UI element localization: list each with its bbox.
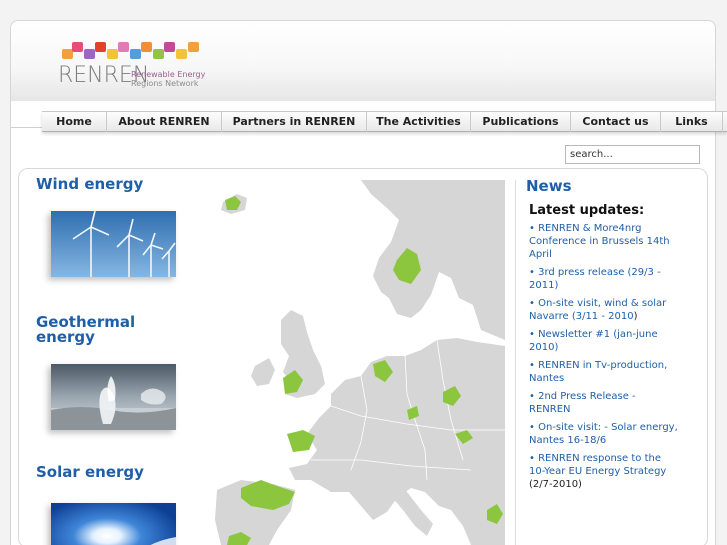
nav-links[interactable]: Links xyxy=(661,112,723,132)
nav-home[interactable]: Home xyxy=(42,112,107,132)
nav-activities[interactable]: The Activities xyxy=(367,112,471,132)
news-item[interactable]: • 3rd press release (29/3 - 2011) xyxy=(529,266,679,292)
logo-tile xyxy=(176,49,187,59)
logo-tiles xyxy=(60,40,210,62)
news-item-suffix: (2/7-2010) xyxy=(529,479,582,490)
news-item[interactable]: • On-site visit, wind & solar Navarre (3… xyxy=(529,297,679,323)
logo-tile xyxy=(188,42,199,52)
logo-tagline-line-2: Regions Network xyxy=(131,79,199,88)
logo-tagline-line-1: Renewable Energy xyxy=(131,70,206,79)
news-divider xyxy=(515,180,516,545)
geothermal-heading-line-2: energy xyxy=(36,328,95,346)
logo-tile xyxy=(164,42,175,52)
news-list: • RENREN & More4nrg Conference in Brusse… xyxy=(529,222,679,496)
news-item[interactable]: • RENREN & More4nrg Conference in Brusse… xyxy=(529,222,679,261)
logo-tile xyxy=(141,42,152,52)
news-item-link[interactable]: • RENREN in Tv-production, Nantes xyxy=(529,360,667,384)
solar-energy-image[interactable] xyxy=(51,503,176,545)
news-item-link[interactable]: • On-site visit: - Solar energy, Nantes … xyxy=(529,422,678,446)
logo-tile xyxy=(72,42,83,52)
logo-tile xyxy=(95,42,106,52)
latest-updates-heading: Latest updates: xyxy=(529,203,645,218)
news-item-link[interactable]: • RENREN & More4nrg Conference in Brusse… xyxy=(529,223,670,260)
renren-logo[interactable]: RENREN Renewable Energy Regions Network xyxy=(58,40,208,95)
news-item-link[interactable]: • Newsletter #1 (jan-june 2010) xyxy=(529,329,658,353)
logo-tile xyxy=(107,49,118,59)
news-item-link[interactable]: • 3rd press release (29/3 - 2011) xyxy=(529,267,661,291)
news-item-link[interactable]: • RENREN response to the 10-Year EU Ener… xyxy=(529,453,666,477)
main-nav: Home About RENREN Partners in RENREN The… xyxy=(42,111,727,132)
geothermal-energy-heading[interactable]: Geothermal energy xyxy=(36,315,135,345)
logo-tile xyxy=(118,42,129,52)
search-input[interactable] xyxy=(565,145,700,164)
logo-tile xyxy=(130,49,141,59)
news-item-suffix: ) xyxy=(633,311,638,322)
nav-about-renren[interactable]: About RENREN xyxy=(107,112,222,132)
wind-energy-image[interactable] xyxy=(51,211,176,277)
logo-tile xyxy=(153,49,164,59)
nav-contact-us[interactable]: Contact us xyxy=(571,112,661,132)
news-item[interactable]: • RENREN response to the 10-Year EU Ener… xyxy=(529,452,679,491)
solar-energy-heading[interactable]: Solar energy xyxy=(36,465,144,480)
news-item-link[interactable]: • 2nd Press Release - RENREN xyxy=(529,391,636,415)
news-item[interactable]: • On-site visit: - Solar energy, Nantes … xyxy=(529,421,679,447)
logo-tagline: Renewable Energy Regions Network xyxy=(131,70,205,88)
nav-publications[interactable]: Publications xyxy=(471,112,571,132)
news-item[interactable]: • RENREN in Tv-production, Nantes xyxy=(529,359,679,385)
geothermal-energy-image[interactable] xyxy=(51,364,176,430)
wind-energy-heading[interactable]: Wind energy xyxy=(36,177,143,192)
news-item-link[interactable]: • On-site visit, wind & solar Navarre (3… xyxy=(529,298,666,322)
news-heading: News xyxy=(526,177,572,195)
news-item[interactable]: • 2nd Press Release - RENREN xyxy=(529,390,679,416)
header-divider xyxy=(11,127,42,128)
news-item[interactable]: • Newsletter #1 (jan-june 2010) xyxy=(529,328,679,354)
logo-tile xyxy=(84,49,95,59)
nav-partners[interactable]: Partners in RENREN xyxy=(222,112,367,132)
europe-partner-map[interactable] xyxy=(211,180,505,545)
